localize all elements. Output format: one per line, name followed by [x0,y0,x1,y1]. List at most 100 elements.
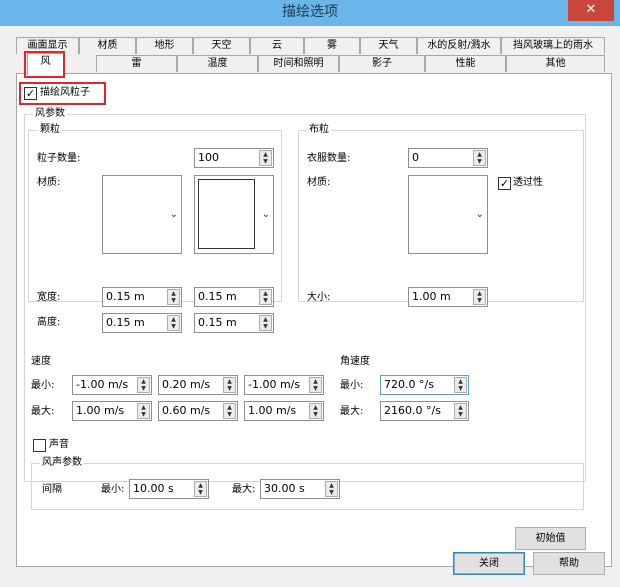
tab-temperature[interactable]: 温度 [177,55,258,72]
tab-thunder[interactable]: 雷 [96,55,177,72]
angular-max-label: 最大: [340,406,364,417]
tab-fog[interactable]: 雾 [304,37,360,54]
angular-min-stepper[interactable]: 720.0 °/s ▲ ▼ [380,375,469,395]
speed-max-x-value: 1.00 m/s [76,404,125,417]
tab-sky[interactable]: 天空 [193,37,250,54]
tab-weather[interactable]: 天气 [360,37,417,54]
spinner-arrows-icon[interactable]: ▲ ▼ [259,150,272,166]
particle-height-min-value: 0.15 m [106,316,145,329]
cloth-size-stepper[interactable]: 1.00 m ▲ ▼ [408,287,488,307]
particle-count-value: 100 [198,151,219,164]
cloth-material-select[interactable]: ⌄ [408,175,488,254]
tab-highlight-box [24,51,65,78]
angular-speed-title: 角速度 [340,356,370,367]
tab-terrain[interactable]: 地形 [136,37,193,54]
angular-min-label: 最小: [340,380,364,391]
cloth-size-value: 1.00 m [412,290,451,303]
speed-max-z-stepper[interactable]: 1.00 m/s ▲ ▼ [244,401,324,421]
speed-max-y-stepper[interactable]: 0.60 m/s ▲ ▼ [158,401,238,421]
window-title: 描绘选项 [282,4,338,20]
particle-count-stepper[interactable]: 100 ▲ ▼ [194,148,274,168]
particle-width-max-stepper[interactable]: 0.15 m ▲ ▼ [194,287,274,307]
interval-label: 间隔 [42,484,62,495]
spinner-arrows-icon[interactable]: ▲ ▼ [167,289,180,305]
cloth-count-label: 衣服数量: [307,153,351,164]
speed-max-label: 最大: [31,406,55,417]
speed-min-x-stepper[interactable]: -1.00 m/s ▲ ▼ [72,375,152,395]
wind-tab-panel: ✓ 描绘风粒子 风参数 颗粒 粒子数量: 100 ▲ ▼ 材质: ⌄ ⌄ 宽度: … [16,73,612,567]
particle-height-max-stepper[interactable]: 0.15 m ▲ ▼ [194,313,274,333]
close-button[interactable]: 关闭 [453,552,525,575]
transparency-label: 透过性 [513,177,543,188]
speed-min-z-value: -1.00 m/s [248,378,301,391]
speed-max-z-value: 1.00 m/s [248,404,297,417]
spinner-arrows-icon[interactable]: ▲ ▼ [167,315,180,331]
spinner-arrows-icon[interactable]: ▲ ▼ [223,403,236,419]
particle-height-min-stepper[interactable]: 0.15 m ▲ ▼ [102,313,182,333]
tab-time-lighting[interactable]: 时间和照明 [258,55,339,72]
spinner-arrows-icon[interactable]: ▲ ▼ [223,377,236,393]
sound-label: 声音 [49,439,69,450]
interval-max-stepper[interactable]: 30.00 s ▲ ▼ [260,479,340,499]
sound-checkbox[interactable] [33,439,46,452]
spinner-arrows-icon[interactable]: ▲ ▼ [473,289,486,305]
particle-height-max-value: 0.15 m [198,316,237,329]
interval-min-stepper[interactable]: 10.00 s ▲ ▼ [129,479,209,499]
particle-width-min-stepper[interactable]: 0.15 m ▲ ▼ [102,287,182,307]
spinner-arrows-icon[interactable]: ▲ ▼ [194,481,207,497]
particle-material-select-2[interactable]: ⌄ [194,175,274,254]
speed-title: 速度 [31,356,51,367]
dialog-body: 画面显示 材质 地形 天空 云 雾 天气 水的反射/溅水 挡风玻璃上的雨水 雷 … [7,26,613,580]
speed-min-label: 最小: [31,380,55,391]
cloth-count-value: 0 [412,151,419,164]
spinner-arrows-icon[interactable]: ▲ ▼ [454,403,467,419]
interval-max-value: 30.00 s [264,482,305,495]
speed-max-y-value: 0.60 m/s [162,404,211,417]
angular-max-stepper[interactable]: 2160.0 °/s ▲ ▼ [380,401,469,421]
particle-material-label: 材质: [37,177,61,188]
speed-min-y-value: 0.20 m/s [162,378,211,391]
spinner-arrows-icon[interactable]: ▲ ▼ [473,150,486,166]
tab-other[interactable]: 其他 [506,55,605,72]
sound-params-title: 风声参数 [40,456,84,470]
spinner-arrows-icon[interactable]: ▲ ▼ [325,481,338,497]
title-bar: 描绘选项 ✕ [0,0,620,26]
spinner-arrows-icon[interactable]: ▲ ▼ [137,403,150,419]
particle-material-select-1[interactable]: ⌄ [102,175,182,254]
chevron-down-icon: ⌄ [261,208,270,220]
spinner-arrows-icon[interactable]: ▲ ▼ [309,403,322,419]
particle-width-label: 宽度: [37,292,61,303]
tab-windshield-rain[interactable]: 挡风玻璃上的雨水 [501,37,605,54]
reset-defaults-button[interactable]: 初始值 [515,527,586,550]
tab-cloud[interactable]: 云 [250,37,304,54]
spinner-arrows-icon[interactable]: ▲ ▼ [259,315,272,331]
speed-min-x-value: -1.00 m/s [76,378,129,391]
tab-shadow[interactable]: 影子 [339,55,425,72]
cloth-count-stepper[interactable]: 0 ▲ ▼ [408,148,488,168]
chevron-down-icon: ⌄ [169,208,178,220]
interval-min-value: 10.00 s [133,482,174,495]
tab-material[interactable]: 材质 [79,37,136,54]
spinner-arrows-icon[interactable]: ▲ ▼ [259,289,272,305]
cloth-material-label: 材质: [307,177,331,188]
checkbox-highlight-box [19,82,106,105]
transparency-checkbox[interactable]: ✓ [498,177,511,190]
spinner-arrows-icon[interactable]: ▲ ▼ [454,377,467,393]
spinner-arrows-icon[interactable]: ▲ ▼ [137,377,150,393]
spinner-arrows-icon[interactable]: ▲ ▼ [309,377,322,393]
particle-width-max-value: 0.15 m [198,290,237,303]
window-close-button[interactable]: ✕ [568,0,614,21]
particle-count-label: 粒子数量: [37,153,81,164]
cloth-group-title: 布粒 [307,123,331,137]
tab-performance[interactable]: 性能 [425,55,506,72]
help-button[interactable]: 帮助 [533,552,605,575]
speed-max-x-stepper[interactable]: 1.00 m/s ▲ ▼ [72,401,152,421]
speed-min-z-stepper[interactable]: -1.00 m/s ▲ ▼ [244,375,324,395]
material-preview [198,179,255,249]
speed-min-y-stepper[interactable]: 0.20 m/s ▲ ▼ [158,375,238,395]
wind-params-title: 风参数 [33,107,67,121]
tab-water-reflection[interactable]: 水的反射/溅水 [417,37,501,54]
cloth-size-label: 大小: [307,292,331,303]
chevron-down-icon: ⌄ [475,208,484,220]
interval-min-label: 最小: [101,484,125,495]
